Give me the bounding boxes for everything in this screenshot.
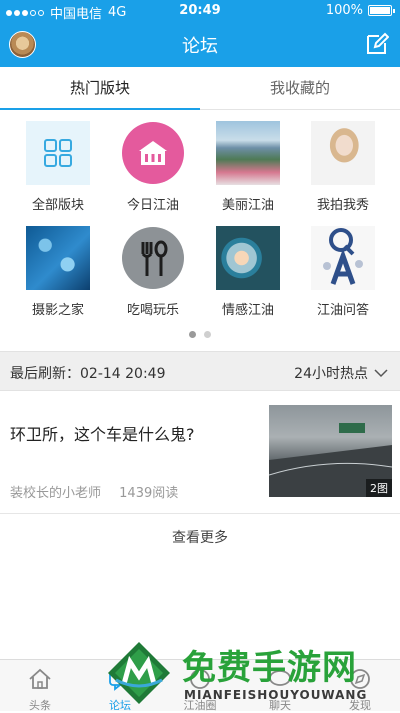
post-title[interactable]: 环卫所，这个车是什么鬼? bbox=[10, 421, 195, 445]
category-emotion[interactable]: 情感江油 bbox=[198, 226, 298, 318]
watermark: 免费手游网 MIANFEISHOUYOUWANG bbox=[100, 638, 400, 711]
building-icon bbox=[121, 121, 185, 185]
nav-bar: 论坛 bbox=[0, 22, 400, 67]
view-more-button[interactable]: 查看更多 bbox=[0, 527, 400, 547]
status-bar: 中国电信 4G 20:49 100% bbox=[0, 0, 400, 22]
category-label: 情感江油 bbox=[221, 303, 274, 318]
bottom-nav-headlines[interactable]: 头条 bbox=[0, 660, 80, 712]
category-label: 美丽江油 bbox=[221, 198, 274, 213]
watermark-text: 免费手游网 bbox=[182, 648, 357, 688]
page-dot[interactable] bbox=[204, 331, 211, 338]
page-indicator[interactable] bbox=[0, 331, 400, 338]
category-food-fun[interactable]: 吃喝玩乐 bbox=[103, 226, 203, 318]
portrait-photo bbox=[311, 121, 375, 185]
image-count-badge: 2图 bbox=[366, 479, 392, 497]
filter-dropdown[interactable]: 24小时热点 bbox=[294, 363, 388, 383]
category-photography[interactable]: 摄影之家 bbox=[8, 226, 108, 318]
battery-percent: 100% bbox=[325, 3, 363, 18]
category-label: 我拍我秀 bbox=[316, 198, 369, 213]
post-item[interactable]: 环卫所，这个车是什么鬼? 装校长的小老师 1439阅读 2图 bbox=[0, 393, 400, 514]
tab-hot-boards[interactable]: 热门版块 bbox=[0, 67, 200, 110]
post-views: 1439阅读 bbox=[119, 486, 179, 501]
category-my-photos[interactable]: 我拍我秀 bbox=[293, 121, 393, 213]
compose-icon[interactable] bbox=[365, 32, 389, 56]
category-label: 江油问答 bbox=[316, 303, 369, 318]
window-portrait-photo bbox=[216, 226, 280, 290]
tab-bar: 热门版块 我收藏的 bbox=[0, 67, 400, 110]
post-meta: 装校长的小老师 1439阅读 bbox=[10, 482, 178, 501]
fork-spoon-icon bbox=[121, 226, 185, 290]
category-qa[interactable]: 江油问答 bbox=[293, 226, 393, 318]
page-title: 论坛 bbox=[182, 36, 218, 57]
category-all-boards[interactable]: 全部版块 bbox=[8, 121, 108, 213]
tab-favorites[interactable]: 我收藏的 bbox=[200, 67, 400, 109]
qa-figure-icon bbox=[311, 226, 375, 290]
refresh-bar: 最后刷新：02-14 20:49 24小时热点 bbox=[0, 351, 400, 391]
last-refresh-label: 最后刷新：02-14 20:49 bbox=[10, 366, 166, 382]
category-label: 摄影之家 bbox=[31, 303, 84, 318]
category-today[interactable]: 今日江油 bbox=[103, 121, 203, 213]
home-icon bbox=[29, 668, 51, 689]
post-thumbnail[interactable]: 2图 bbox=[269, 405, 392, 497]
category-label: 全部版块 bbox=[31, 198, 84, 213]
category-grid: 全部版块 今日江油 美丽江油 我拍我秀 摄影之家 吃喝玩乐 情感江油 江油问答 bbox=[0, 112, 400, 350]
grid-icon bbox=[26, 121, 90, 185]
battery-icon bbox=[368, 5, 395, 16]
watermark-subtext: MIANFEISHOUYOUWANG bbox=[184, 688, 368, 702]
category-beautiful[interactable]: 美丽江油 bbox=[198, 121, 298, 213]
water-drops-photo bbox=[26, 226, 90, 290]
page-dot[interactable] bbox=[189, 331, 196, 338]
category-label: 今日江油 bbox=[126, 198, 179, 213]
category-label: 吃喝玩乐 bbox=[126, 303, 179, 318]
filter-label: 24小时热点 bbox=[294, 366, 368, 382]
chevron-down-icon bbox=[374, 369, 388, 378]
post-author: 装校长的小老师 bbox=[10, 486, 102, 501]
landscape-photo bbox=[216, 121, 280, 185]
watermark-logo bbox=[108, 642, 170, 704]
